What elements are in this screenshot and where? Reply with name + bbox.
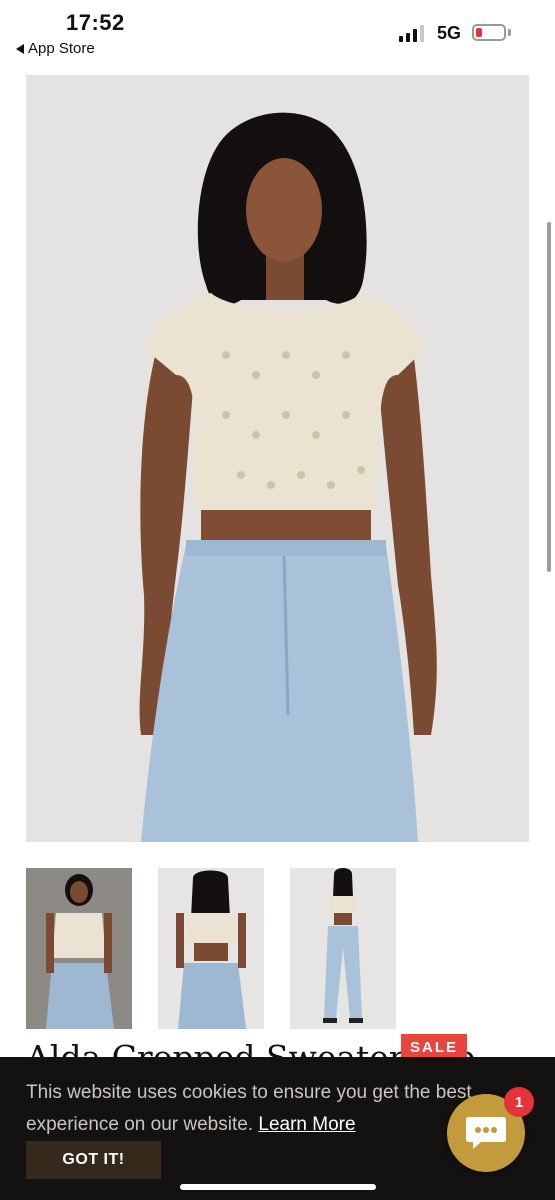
thumbnail-back[interactable]	[158, 868, 264, 1029]
network-type: 5G	[437, 23, 462, 43]
learn-more-link[interactable]: Learn More	[258, 1114, 355, 1135]
thumbnail-full-back[interactable]	[290, 868, 396, 1029]
product-main-image[interactable]	[26, 75, 529, 842]
thumbnail-front[interactable]	[26, 868, 132, 1029]
back-to-app-store[interactable]: App Store	[16, 40, 95, 57]
battery-tip	[508, 29, 511, 36]
status-bar: 17:52 App Store 5G	[0, 0, 555, 62]
battery-icon	[472, 24, 506, 41]
cookie-message-text: This website uses cookies to ensure you …	[26, 1082, 472, 1135]
got-it-button[interactable]: GOT IT!	[26, 1141, 161, 1179]
cookie-banner: This website uses cookies to ensure you …	[0, 1057, 555, 1200]
home-indicator	[180, 1184, 376, 1190]
chat-unread-badge: 1	[504, 1087, 534, 1117]
chat-bubble-icon	[466, 1117, 506, 1149]
cookie-message: This website uses cookies to ensure you …	[26, 1077, 486, 1141]
product-thumbnails	[26, 868, 396, 1029]
back-label: App Store	[28, 40, 95, 57]
status-time: 17:52	[66, 10, 125, 35]
back-arrow-icon	[16, 43, 24, 54]
cellular-signal-icon	[399, 24, 424, 42]
page-scrollbar[interactable]	[547, 222, 551, 572]
